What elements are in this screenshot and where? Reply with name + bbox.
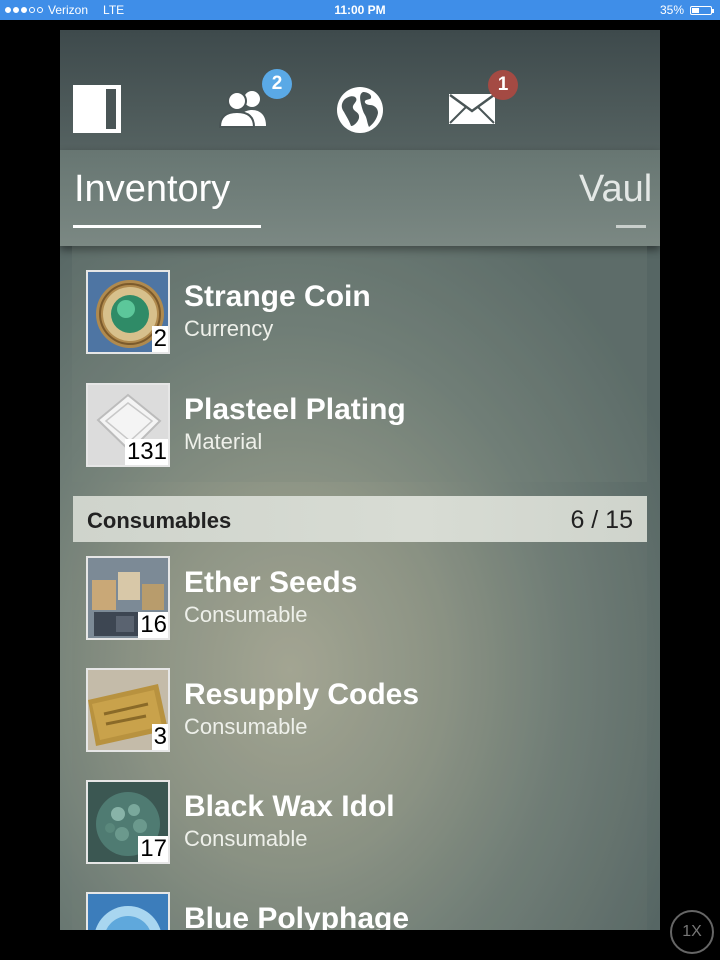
item-type: Consumable xyxy=(184,602,308,627)
item-name: Strange Coin xyxy=(184,280,371,313)
globe-button[interactable] xyxy=(336,86,384,134)
mail-icon xyxy=(449,93,495,124)
item-name: Blue Polyphage xyxy=(184,902,410,930)
item-name: Ether Seeds xyxy=(184,566,358,599)
item-count: 3 xyxy=(151,723,168,750)
blue-polyphage-icon xyxy=(86,892,170,930)
panel-toggle-icon[interactable] xyxy=(71,83,123,135)
tab-inventory[interactable]: Inventory xyxy=(74,168,230,211)
item-type: Consumable xyxy=(184,826,308,851)
list-item[interactable]: 131 Plasteel Plating Material xyxy=(86,383,646,469)
item-type: Material xyxy=(184,429,263,454)
item-name: Black Wax Idol xyxy=(184,790,395,823)
list-item[interactable]: 3 Resupply Codes Consumable xyxy=(86,668,646,754)
globe-icon xyxy=(337,87,383,133)
resupply-codes-icon: 3 xyxy=(86,668,170,752)
tab-vault-underline xyxy=(616,225,646,228)
list-item[interactable]: Blue Polyphage xyxy=(86,892,646,930)
item-name: Plasteel Plating xyxy=(184,393,406,426)
section-count: 6 / 15 xyxy=(570,506,633,534)
list-item[interactable]: 17 Black Wax Idol Consumable xyxy=(86,780,646,866)
item-count: 2 xyxy=(151,325,168,352)
top-nav: 2 1 xyxy=(60,30,660,150)
item-type: Currency xyxy=(184,316,274,341)
status-bar-right: 35% xyxy=(659,3,714,17)
list-item[interactable]: 16 Ether Seeds Consumable xyxy=(86,556,646,642)
mail-badge: 1 xyxy=(488,70,518,100)
friends-button[interactable] xyxy=(218,88,272,128)
status-bar: Verizon LTE 11:00 PM 35% xyxy=(0,0,720,20)
friends-icon xyxy=(218,91,266,128)
battery-percent: 35% xyxy=(659,3,684,17)
black-wax-idol-icon: 17 xyxy=(86,780,170,864)
item-name: Resupply Codes xyxy=(184,678,420,711)
consumables-header[interactable]: Consumables 6 / 15 xyxy=(73,496,647,542)
item-count: 16 xyxy=(138,611,168,638)
tab-vault[interactable]: Vaul xyxy=(579,168,652,211)
consumables-group: 16 Ether Seeds Consumable 3 Resupply Cod… xyxy=(72,542,647,930)
item-count: 17 xyxy=(138,835,168,862)
plasteel-plating-icon: 131 xyxy=(86,383,170,467)
strange-coin-icon: 2 xyxy=(86,270,170,354)
section-title: Consumables xyxy=(87,508,232,533)
zoom-1x-button[interactable]: 1X xyxy=(670,910,714,954)
ether-seeds-icon: 16 xyxy=(86,556,170,640)
app-panel: 2 1 Inventory Vaul 2 Strange Coin Curren… xyxy=(60,30,660,930)
list-item[interactable]: 2 Strange Coin Currency xyxy=(86,270,646,356)
clock: 11:00 PM xyxy=(334,3,386,17)
item-type: Consumable xyxy=(184,714,308,739)
currency-material-group: 2 Strange Coin Currency 131 Plasteel Pla… xyxy=(72,246,647,482)
tab-inventory-underline xyxy=(73,225,261,228)
mail-button[interactable] xyxy=(448,93,496,125)
item-count: 131 xyxy=(124,438,168,465)
battery-icon xyxy=(690,5,714,15)
tab-bar: Inventory Vaul xyxy=(60,150,660,246)
friends-badge: 2 xyxy=(262,69,292,99)
